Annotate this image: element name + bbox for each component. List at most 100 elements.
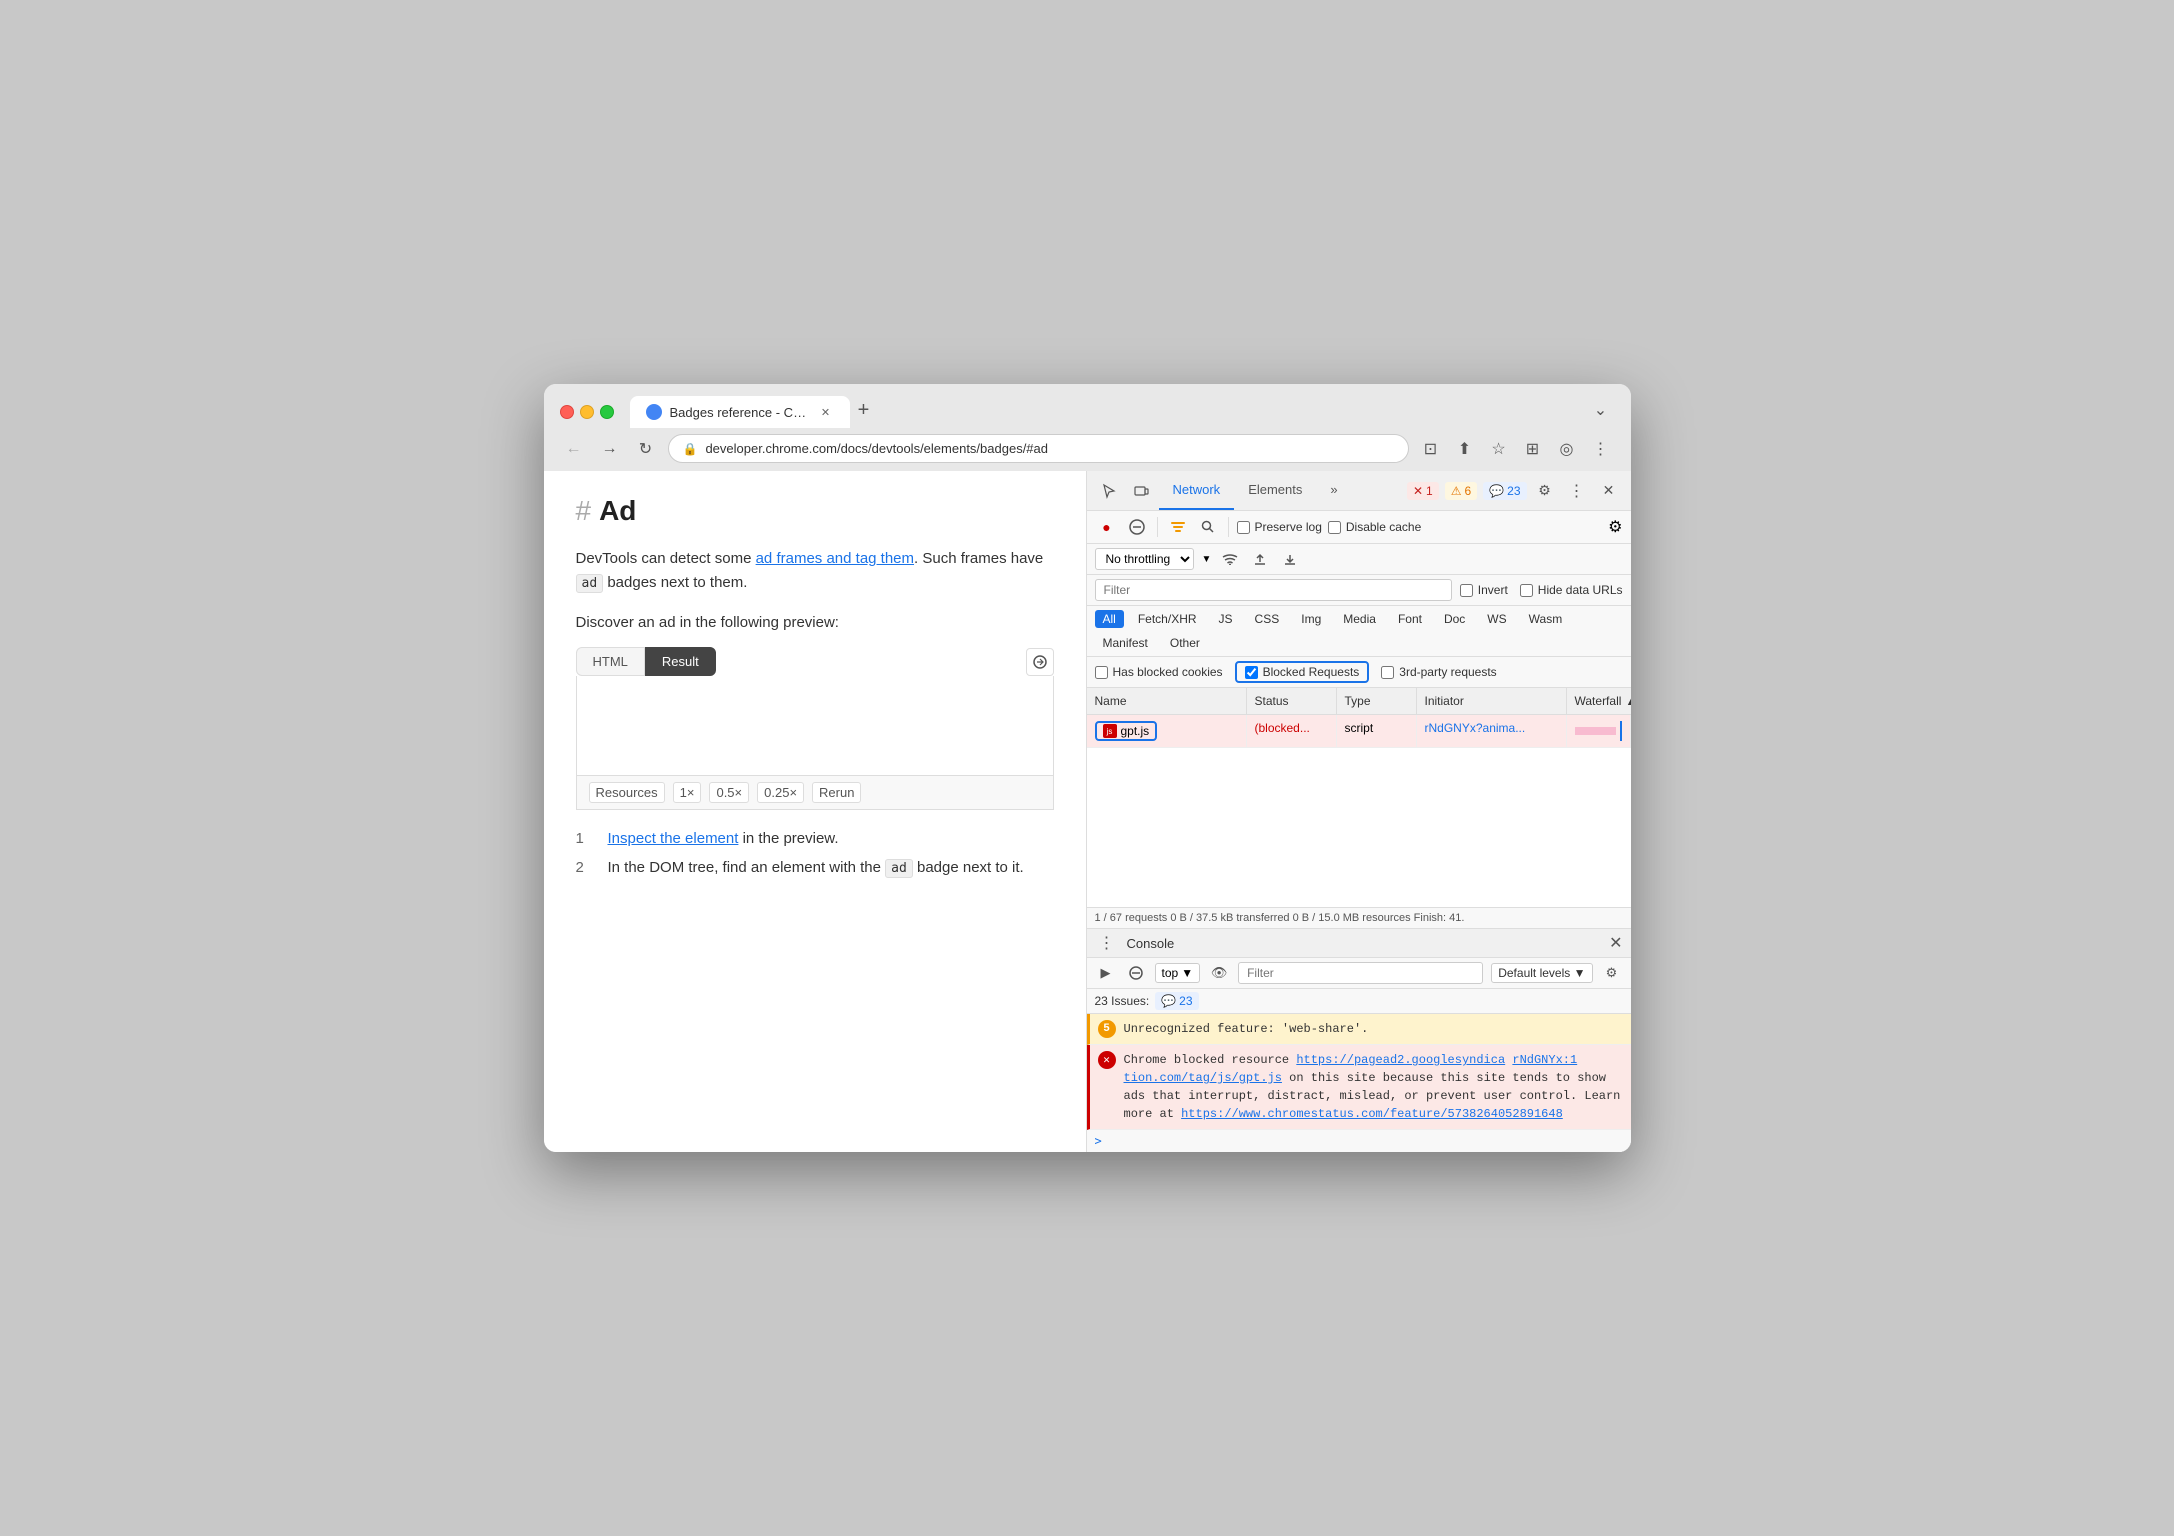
- third-party-label[interactable]: 3rd-party requests: [1381, 665, 1496, 679]
- share-icon[interactable]: ⬆: [1451, 435, 1479, 463]
- console-dots-icon[interactable]: ⋮: [1095, 933, 1119, 953]
- network-status-bar: 1 / 67 requests 0 B / 37.5 kB transferre…: [1087, 907, 1631, 928]
- filter-input[interactable]: [1095, 579, 1452, 601]
- type-btn-other[interactable]: Other: [1162, 634, 1208, 652]
- td-initiator[interactable]: rNdGNYx?anima...: [1417, 715, 1567, 747]
- eye-icon[interactable]: 👁: [1208, 962, 1230, 984]
- type-btn-all[interactable]: All: [1095, 610, 1124, 628]
- devtools-close-icon[interactable]: ✕: [1595, 477, 1623, 505]
- console-caret[interactable]: >: [1087, 1130, 1631, 1152]
- console-settings-icon[interactable]: ⚙: [1601, 962, 1623, 984]
- type-btn-ws[interactable]: WS: [1479, 610, 1514, 628]
- download-icon[interactable]: [1279, 548, 1301, 570]
- issues-badge: 💬 23: [1155, 992, 1198, 1010]
- address-bar: ← → ↻ 🔒 developer.chrome.com/docs/devtoo…: [544, 428, 1631, 471]
- page-title: Ad: [599, 495, 636, 527]
- active-tab[interactable]: Badges reference - Chrome De ✕: [630, 396, 850, 428]
- error-link-domain[interactable]: tion.com/tag/js/gpt.js: [1124, 1071, 1282, 1085]
- type-btn-fetch[interactable]: Fetch/XHR: [1130, 610, 1205, 628]
- top-selector[interactable]: top ▼: [1155, 963, 1201, 983]
- upload-icon[interactable]: [1249, 548, 1271, 570]
- extensions-icon[interactable]: ⊞: [1519, 435, 1547, 463]
- bookmark-icon[interactable]: ☆: [1485, 435, 1513, 463]
- table-row[interactable]: js gpt.js (blocked... script rNdGNYx?ani…: [1087, 715, 1631, 748]
- ad-frames-link[interactable]: ad frames and tag them: [756, 550, 914, 567]
- tab-elements[interactable]: Elements: [1234, 471, 1316, 510]
- tab-network[interactable]: Network: [1159, 471, 1235, 510]
- preserve-log-label[interactable]: Preserve log: [1237, 520, 1322, 534]
- error-link-ref[interactable]: rNdGNYx:1: [1512, 1053, 1577, 1067]
- hide-data-urls-checkbox[interactable]: [1520, 584, 1533, 597]
- th-type: Type: [1337, 688, 1417, 714]
- zoom-1x[interactable]: 1×: [673, 782, 702, 803]
- wifi-icon[interactable]: [1219, 548, 1241, 570]
- has-blocked-cookies-checkbox[interactable]: [1095, 666, 1108, 679]
- tab-favicon: [646, 404, 662, 420]
- record-button[interactable]: ●: [1095, 515, 1119, 539]
- type-btn-doc[interactable]: Doc: [1436, 610, 1473, 628]
- minimize-window-button[interactable]: [580, 405, 594, 419]
- preview-tab-result[interactable]: Result: [645, 647, 716, 676]
- title-bar: Badges reference - Chrome De ✕ + ⌄: [544, 384, 1631, 428]
- cursor-tool-icon[interactable]: [1095, 477, 1123, 505]
- issues-icon: 💬: [1161, 994, 1176, 1008]
- type-btn-img[interactable]: Img: [1293, 610, 1329, 628]
- type-btn-css[interactable]: CSS: [1247, 610, 1288, 628]
- more-tabs-button[interactable]: »: [1316, 471, 1351, 510]
- ad-badge-code: ad: [576, 574, 604, 593]
- profile-icon[interactable]: ◎: [1553, 435, 1581, 463]
- td-status: (blocked...: [1247, 715, 1337, 747]
- console-filter-input[interactable]: [1238, 962, 1483, 984]
- hide-data-urls-label[interactable]: Hide data URLs: [1520, 583, 1623, 597]
- disable-cache-label[interactable]: Disable cache: [1328, 520, 1421, 534]
- devtools-header-actions: ⚙ ⋮ ✕: [1531, 477, 1623, 505]
- preview-footer: Resources 1× 0.5× 0.25× Rerun: [576, 776, 1054, 810]
- zoom-025x[interactable]: 0.25×: [757, 782, 804, 803]
- zoom-05x[interactable]: 0.5×: [709, 782, 749, 803]
- invert-checkbox[interactable]: [1460, 584, 1473, 597]
- preserve-log-checkbox[interactable]: [1237, 521, 1250, 534]
- devtools-settings-icon[interactable]: ⚙: [1531, 477, 1559, 505]
- rerun-button[interactable]: Rerun: [812, 782, 861, 803]
- invert-label[interactable]: Invert: [1460, 583, 1508, 597]
- network-settings-icon[interactable]: ⚙: [1608, 517, 1622, 537]
- menu-icon[interactable]: ⋮: [1587, 435, 1615, 463]
- inspect-element-link[interactable]: Inspect the element: [608, 830, 739, 847]
- type-btn-js[interactable]: JS: [1211, 610, 1241, 628]
- error-link-1[interactable]: https://pagead2.googlesyndica: [1296, 1053, 1505, 1067]
- maximize-window-button[interactable]: [600, 405, 614, 419]
- throttle-select[interactable]: No throttling: [1095, 548, 1194, 570]
- back-button[interactable]: ←: [560, 435, 588, 463]
- type-btn-media[interactable]: Media: [1335, 610, 1384, 628]
- url-bar[interactable]: 🔒 developer.chrome.com/docs/devtools/ele…: [668, 434, 1409, 463]
- console-run-icon[interactable]: ▶: [1095, 962, 1117, 984]
- preview-tab-html[interactable]: HTML: [576, 647, 645, 676]
- reload-button[interactable]: ↻: [632, 435, 660, 463]
- console-block-icon[interactable]: [1125, 962, 1147, 984]
- preview-icon-button[interactable]: [1026, 648, 1054, 676]
- blocked-requests-label[interactable]: Blocked Requests: [1245, 665, 1360, 679]
- close-window-button[interactable]: [560, 405, 574, 419]
- tab-close-button[interactable]: ✕: [818, 404, 834, 420]
- default-levels-select[interactable]: Default levels ▼: [1491, 963, 1592, 983]
- new-tab-button[interactable]: +: [850, 396, 878, 424]
- clear-button[interactable]: [1125, 515, 1149, 539]
- window-chevron-icon[interactable]: ⌄: [1587, 396, 1615, 424]
- type-btn-wasm[interactable]: Wasm: [1521, 610, 1571, 628]
- error-link-3[interactable]: https://www.chromestatus.com/feature/573…: [1181, 1107, 1563, 1121]
- third-party-checkbox[interactable]: [1381, 666, 1394, 679]
- type-btn-manifest[interactable]: Manifest: [1095, 634, 1156, 652]
- has-blocked-cookies-label[interactable]: Has blocked cookies: [1095, 665, 1223, 679]
- filter-icon[interactable]: [1166, 515, 1190, 539]
- disable-cache-checkbox[interactable]: [1328, 521, 1341, 534]
- cast-icon[interactable]: ⊡: [1417, 435, 1445, 463]
- error-circle-icon: ✕: [1098, 1051, 1116, 1069]
- blocked-requests-checkbox[interactable]: [1245, 666, 1258, 679]
- forward-button[interactable]: →: [596, 435, 624, 463]
- devtools-more-icon[interactable]: ⋮: [1563, 477, 1591, 505]
- responsive-tool-icon[interactable]: [1127, 477, 1155, 505]
- search-icon[interactable]: [1196, 515, 1220, 539]
- main-content: # Ad DevTools can detect some ad frames …: [544, 471, 1631, 1152]
- type-btn-font[interactable]: Font: [1390, 610, 1430, 628]
- console-close-button[interactable]: ✕: [1609, 933, 1622, 953]
